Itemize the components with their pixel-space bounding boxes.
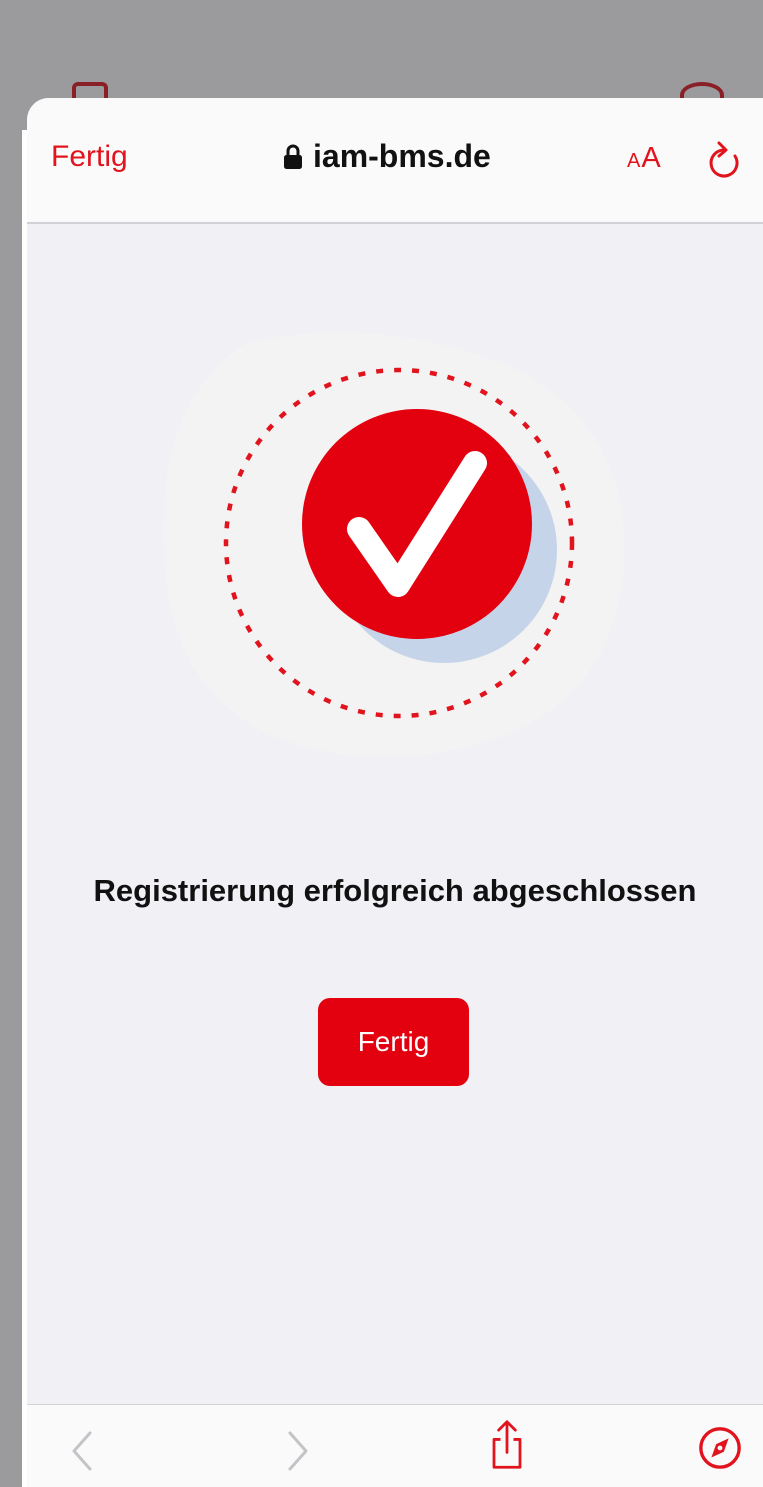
chevron-left-icon[interactable]: [61, 1425, 107, 1477]
done-button[interactable]: Fertig: [318, 998, 469, 1086]
reload-icon[interactable]: [705, 140, 745, 182]
browser-done-button[interactable]: Fertig: [51, 140, 128, 174]
text-size-button[interactable]: AA: [627, 142, 662, 175]
address-bar[interactable]: iam-bms.de: [283, 138, 491, 175]
checkmark-circle: [302, 409, 532, 639]
success-illustration: [162, 332, 625, 757]
compass-icon[interactable]: [697, 1421, 743, 1473]
url-text: iam-bms.de: [313, 138, 491, 174]
text-size-small-glyph: A: [627, 150, 642, 172]
background-app-edge: [0, 0, 22, 1487]
page-headline: Registrierung erfolgreich abgeschlossen: [93, 873, 697, 908]
lock-icon: [284, 144, 302, 169]
safari-view-sheet: Fertig iam-bms.de AA Registrierung erfol…: [27, 98, 763, 1487]
browser-top-bar: Fertig iam-bms.de AA: [27, 98, 763, 224]
text-size-large-glyph: A: [641, 142, 662, 174]
browser-bottom-toolbar: [27, 1404, 763, 1487]
chevron-right-icon[interactable]: [273, 1425, 319, 1477]
share-icon[interactable]: [484, 1419, 530, 1471]
